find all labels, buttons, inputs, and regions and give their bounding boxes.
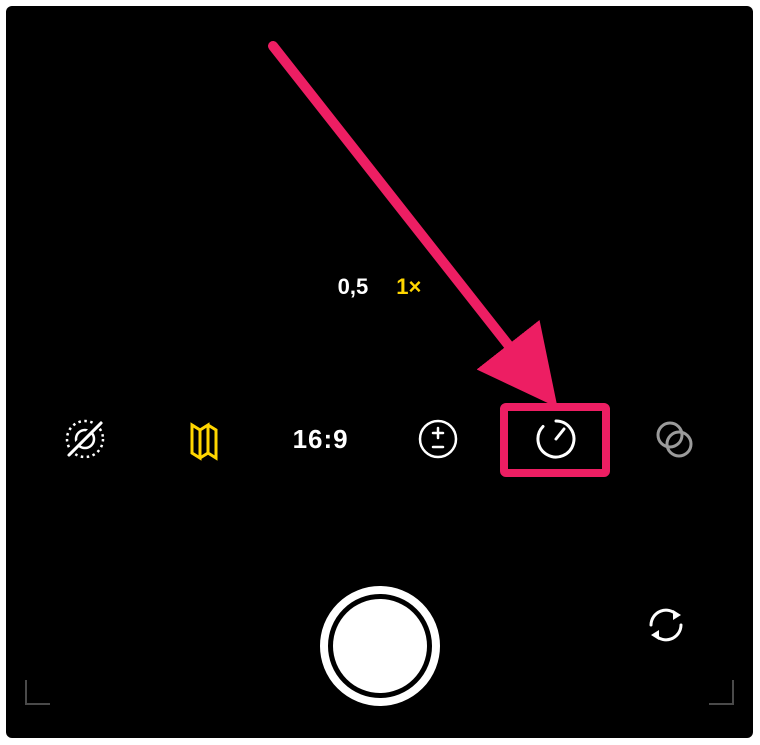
annotation-arrow — [261, 36, 591, 416]
viewfinder-corner-br — [707, 678, 735, 706]
exposure-button[interactable] — [413, 414, 463, 464]
styles-icon — [178, 414, 228, 464]
live-photo-off-icon — [60, 414, 110, 464]
camera-toolbar: 16:9 — [6, 414, 753, 464]
filters-button[interactable] — [649, 414, 699, 464]
photographic-styles-button[interactable] — [178, 414, 228, 464]
timer-button[interactable] — [531, 414, 581, 464]
exposure-icon — [417, 418, 459, 460]
filters-icon — [652, 417, 696, 461]
timer-icon — [535, 418, 577, 460]
viewfinder-corner-bl — [24, 678, 52, 706]
zoom-1x-button[interactable]: 1× — [396, 274, 421, 300]
live-photo-toggle[interactable] — [60, 414, 110, 464]
shutter-inner — [333, 599, 427, 693]
zoom-0-5x-button[interactable]: 0,5 — [338, 274, 369, 300]
flip-camera-icon — [643, 602, 689, 648]
shutter-button[interactable] — [320, 586, 440, 706]
aspect-ratio-label: 16:9 — [293, 424, 349, 455]
zoom-selector: 0,5 1× — [6, 274, 753, 300]
camera-viewport: 0,5 1× 16:9 — [6, 6, 753, 738]
aspect-ratio-button[interactable]: 16:9 — [296, 414, 346, 464]
flip-camera-button[interactable] — [641, 600, 691, 650]
